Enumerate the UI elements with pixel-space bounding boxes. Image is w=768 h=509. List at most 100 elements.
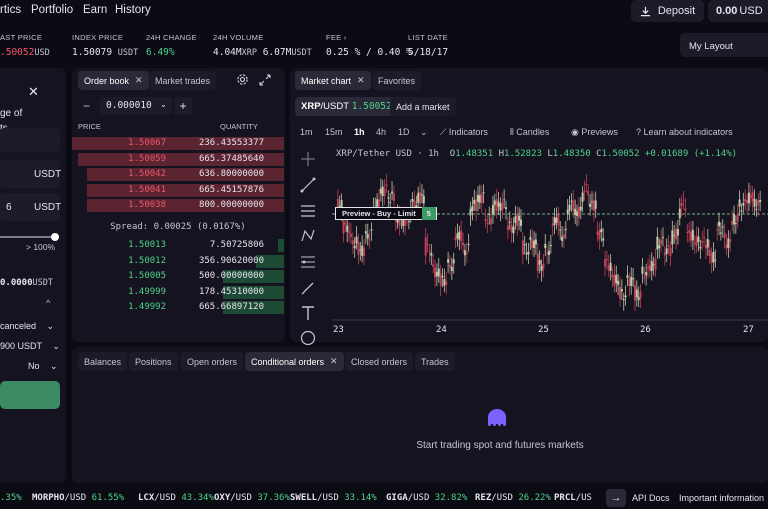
- bid-row[interactable]: 1.50005 500.00000000: [72, 269, 284, 284]
- tab-conditional-orders[interactable]: Conditional orders ✕: [245, 352, 344, 371]
- close-icon[interactable]: ✕: [330, 356, 338, 367]
- ask-row[interactable]: 1.50042 636.80000000: [72, 167, 284, 182]
- tab-balances[interactable]: Balances: [78, 352, 128, 371]
- empty-state-text: Start trading spot and futures markets: [416, 440, 584, 451]
- api-docs-link[interactable]: API Docs: [632, 493, 670, 503]
- important-info-link[interactable]: Important information: [679, 493, 764, 503]
- candle-body: [411, 199, 414, 202]
- chevron-up-icon[interactable]: ^: [46, 298, 50, 308]
- candle-body: [647, 267, 650, 269]
- tab-trades[interactable]: Trades: [415, 352, 455, 371]
- balance-display[interactable]: 0.00 USD: [708, 0, 768, 22]
- candle-body: [622, 299, 625, 301]
- horizontal-lines-icon[interactable]: [300, 203, 316, 219]
- bid-row[interactable]: 1.49992 665.66897120: [72, 300, 284, 315]
- previews-button[interactable]: ◉ Previews: [571, 127, 618, 138]
- candle-body: [592, 199, 595, 211]
- stat-fee[interactable]: FEE › 0.25 % / 0.40 %: [326, 33, 412, 58]
- pair-selector[interactable]: XRP/USDT 1.50052: [295, 97, 398, 116]
- gear-icon[interactable]: [236, 73, 249, 86]
- candle-body: [548, 250, 550, 255]
- ticker-item[interactable]: REZ/USD 26.22%: [475, 493, 551, 503]
- nav-earn[interactable]: Earn: [83, 4, 107, 16]
- candle-body: [757, 200, 760, 206]
- ticker-item[interactable]: PRCL/US: [554, 493, 592, 503]
- timeframe-4h[interactable]: 4h: [376, 127, 386, 137]
- candle-body: [669, 247, 672, 256]
- crosshair-icon[interactable]: [300, 151, 316, 167]
- quantity-header: QUANTITY: [220, 122, 258, 131]
- ticker-quote: /US: [575, 493, 592, 503]
- ticker-item[interactable]: .35%: [0, 493, 22, 503]
- margin-toggle[interactable]: [0, 128, 60, 152]
- time-in-force-select[interactable]: canceled ⌄: [0, 321, 54, 332]
- pattern-icon[interactable]: [300, 228, 316, 244]
- price-input[interactable]: USDT: [0, 160, 61, 188]
- expand-icon[interactable]: [259, 74, 271, 86]
- indicators-button[interactable]: ⟋ Indicators: [440, 127, 488, 138]
- size-slider-track[interactable]: [0, 236, 55, 238]
- ticker-item[interactable]: GIGA/USD 32.82%: [386, 493, 467, 503]
- buy-submit-button[interactable]: [0, 381, 60, 409]
- ask-row[interactable]: 1.50038 800.00000000: [72, 198, 284, 213]
- ask-row[interactable]: 1.50067 236.43553377: [72, 136, 284, 151]
- close-icon[interactable]: ✕: [28, 84, 39, 100]
- nav-history[interactable]: History: [115, 4, 151, 16]
- x-tick-label: 26: [640, 325, 651, 335]
- ticker-item[interactable]: MORPHO/USD 61.55%: [32, 493, 124, 503]
- layout-selector[interactable]: My Layout: [680, 33, 768, 57]
- candle-body: [568, 204, 571, 211]
- candle-body: [734, 223, 737, 225]
- candle-body: [484, 219, 487, 222]
- price-chart[interactable]: [332, 140, 768, 340]
- tab-order-book[interactable]: Order book ✕: [78, 71, 149, 90]
- trend-line-icon[interactable]: [300, 177, 316, 193]
- tab-market-trades[interactable]: Market trades: [149, 71, 217, 90]
- tab-open-orders[interactable]: Open orders: [181, 352, 244, 371]
- close-icon[interactable]: ✕: [135, 75, 143, 86]
- arrow-right-icon[interactable]: →: [606, 489, 626, 507]
- bid-row[interactable]: 1.50012 356.90620000: [72, 254, 284, 269]
- emoji-icon[interactable]: [300, 330, 316, 346]
- bid-row[interactable]: 1.50013 7.50725806: [72, 238, 284, 253]
- post-only-select[interactable]: No ⌄: [28, 361, 58, 372]
- stat-24h-volume: 24H VOLUME 4.04MXRP 6.07MUSDT: [213, 33, 312, 58]
- timeframe-1m[interactable]: 1m: [300, 127, 313, 137]
- quantity-input[interactable]: 6 USDT: [0, 193, 61, 221]
- tick-size-input[interactable]: 0.000010 ⌄: [100, 97, 172, 115]
- tab-favorites[interactable]: Favorites: [372, 71, 422, 90]
- tab-market-chart[interactable]: Market chart ✕: [295, 71, 371, 90]
- timeframe-15m[interactable]: 15m: [325, 127, 343, 137]
- size-slider-handle[interactable]: [51, 233, 59, 241]
- deposit-button[interactable]: Deposit: [631, 0, 704, 22]
- timeframe-1h[interactable]: 1h: [354, 127, 365, 137]
- ticker-item[interactable]: LCX/USD 43.34%: [138, 493, 214, 503]
- candle-body: [493, 200, 496, 206]
- learn-indicators-link[interactable]: ? Learn about indicators: [636, 127, 733, 137]
- add-market-button[interactable]: Add a market: [390, 97, 456, 116]
- text-icon[interactable]: [300, 305, 316, 321]
- ask-row[interactable]: 1.50041 665.45157876: [72, 183, 284, 198]
- tab-closed-orders[interactable]: Closed orders: [345, 352, 414, 371]
- minus-icon[interactable]: −: [83, 99, 90, 113]
- close-icon[interactable]: ✕: [357, 75, 365, 86]
- trigger-select[interactable]: 900 USDT ⌄: [0, 341, 60, 352]
- ticker-item[interactable]: OXY/USD 37.36%: [214, 493, 290, 503]
- nav-analytics[interactable]: rtics: [0, 4, 21, 16]
- preview-order-tag[interactable]: Preview - Buy - Limit 5: [335, 207, 437, 220]
- brush-icon[interactable]: [300, 280, 316, 296]
- candle-body: [744, 199, 747, 202]
- candle-body: [503, 199, 506, 201]
- bid-row[interactable]: 1.49999 178.45310000: [72, 285, 284, 300]
- ask-row[interactable]: 1.50059 665.37485640: [72, 152, 284, 167]
- tab-positions[interactable]: Positions: [129, 352, 178, 371]
- candles-button[interactable]: ⫴ Candles: [510, 127, 549, 138]
- chevron-down-icon[interactable]: ⌄: [420, 127, 428, 138]
- fib-icon[interactable]: [300, 254, 316, 270]
- ticker-symbol: GIGA: [386, 493, 408, 503]
- candle-body: [632, 278, 635, 280]
- timeframe-1d[interactable]: 1D: [398, 127, 410, 137]
- plus-icon[interactable]: +: [174, 97, 192, 115]
- ticker-item[interactable]: SWELL/USD 33.14%: [290, 493, 377, 503]
- nav-portfolio[interactable]: Portfolio: [31, 4, 73, 16]
